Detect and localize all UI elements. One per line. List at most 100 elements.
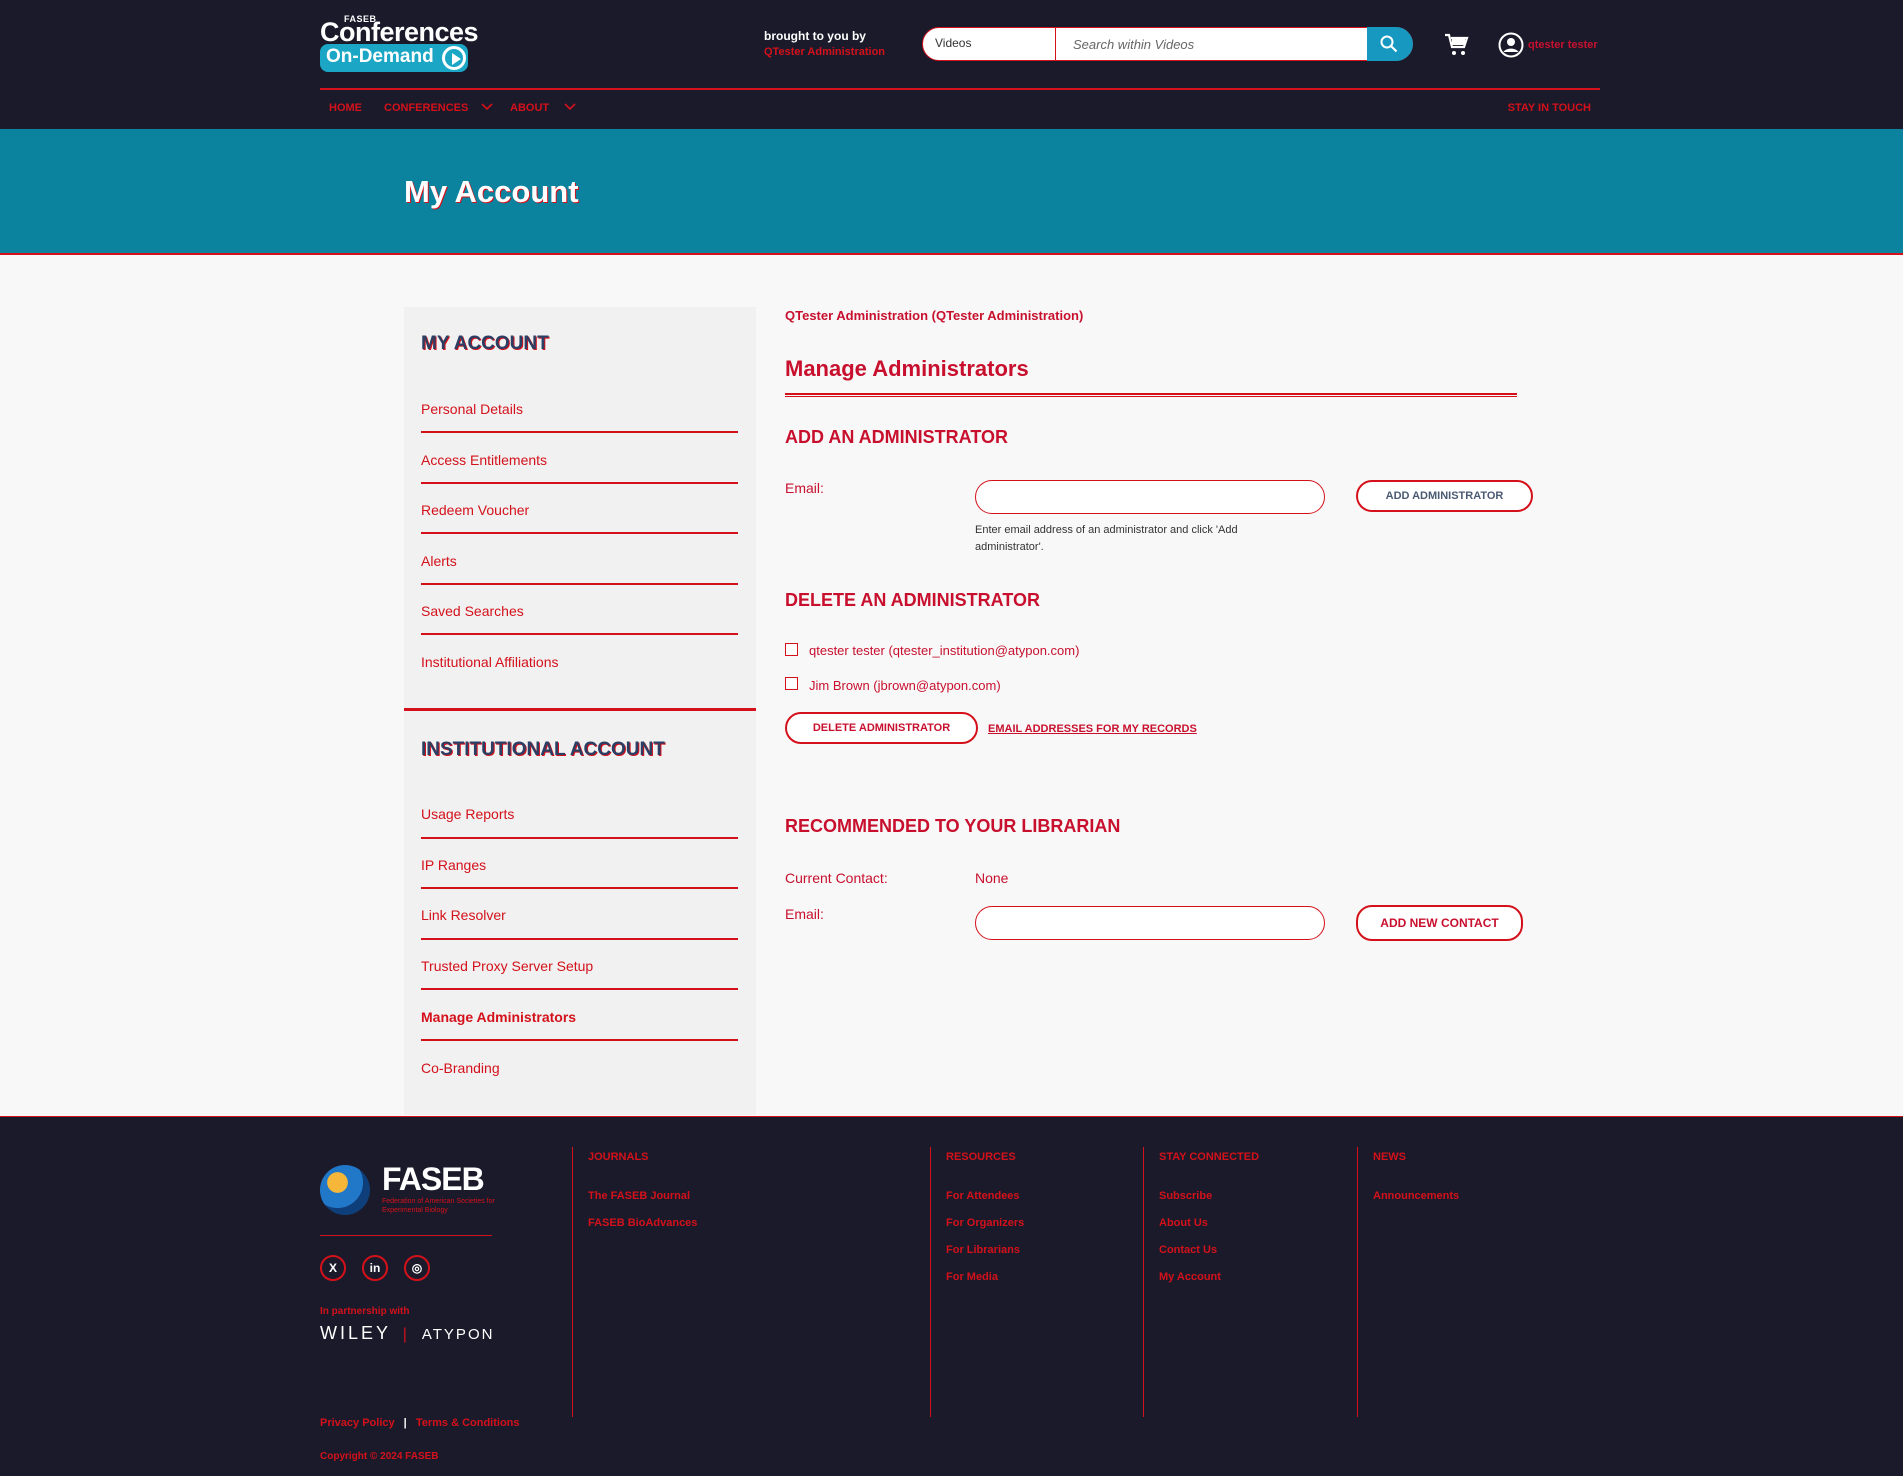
faseb-globe-icon bbox=[320, 1165, 370, 1215]
footer-resources-heading: RESOURCES bbox=[946, 1151, 1016, 1163]
sidebar-item-saved-searches[interactable]: Saved Searches bbox=[421, 603, 756, 619]
footer-link[interactable]: For Librarians bbox=[946, 1244, 1020, 1256]
footer-legal: Privacy Policy | Terms & Conditions bbox=[320, 1417, 520, 1429]
admin-checkbox[interactable] bbox=[785, 643, 798, 656]
sidebar-divider bbox=[421, 431, 738, 434]
add-admin-heading: ADD AN ADMINISTRATOR bbox=[785, 427, 1008, 447]
linkedin-icon[interactable]: in bbox=[362, 1255, 388, 1281]
faseb-logo[interactable]: FASEB Federation of American Societies f… bbox=[320, 1161, 500, 1217]
partner-separator: | bbox=[402, 1326, 410, 1343]
footer-news-heading: NEWS bbox=[1373, 1151, 1406, 1163]
legal-separator: | bbox=[403, 1417, 407, 1429]
atypon-logo[interactable]: ATYPON bbox=[422, 1326, 495, 1343]
footer-link[interactable]: Contact Us bbox=[1159, 1244, 1217, 1256]
logo-faseb-small: FASEB bbox=[344, 14, 377, 24]
footer-link[interactable]: About Us bbox=[1159, 1217, 1208, 1229]
add-administrator-button[interactable]: ADD ADMINISTRATOR bbox=[1356, 480, 1533, 512]
footer-link[interactable]: Announcements bbox=[1373, 1190, 1459, 1202]
sidebar-item-trusted-proxy[interactable]: Trusted Proxy Server Setup bbox=[421, 958, 756, 974]
sidebar-divider bbox=[421, 482, 738, 485]
user-name: qtester tester bbox=[1528, 39, 1598, 51]
conferences-on-demand-logo[interactable]: Conferences FASEB On-Demand bbox=[320, 14, 479, 72]
sidebar-item-redeem-voucher[interactable]: Redeem Voucher bbox=[421, 502, 756, 518]
sidebar-heading-institutional-account: INSTITUTIONAL ACCOUNT bbox=[421, 739, 665, 760]
footer-link[interactable]: My Account bbox=[1159, 1271, 1221, 1283]
nav-about[interactable]: ABOUT bbox=[510, 102, 549, 114]
site-header: Conferences FASEB On-Demand brought to y… bbox=[0, 0, 1903, 129]
search-scope-select[interactable]: Videos bbox=[935, 36, 971, 50]
cart-button[interactable] bbox=[1444, 33, 1470, 62]
footer-link[interactable]: FASEB BioAdvances bbox=[588, 1217, 697, 1229]
recommend-email-label: Email: bbox=[785, 906, 824, 922]
x-icon[interactable]: X bbox=[320, 1255, 346, 1281]
sidebar-item-link-resolver[interactable]: Link Resolver bbox=[421, 907, 756, 923]
add-new-contact-button[interactable]: ADD NEW CONTACT bbox=[1356, 905, 1523, 941]
page-title: My Account bbox=[404, 174, 579, 209]
logo-line2: On-Demand bbox=[326, 46, 434, 67]
add-admin-email-input[interactable] bbox=[975, 480, 1325, 514]
sidebar-item-ip-ranges[interactable]: IP Ranges bbox=[421, 857, 756, 873]
search-icon bbox=[1380, 35, 1398, 53]
sidebar-divider bbox=[421, 988, 738, 991]
search-input[interactable]: Search within Videos bbox=[1073, 37, 1194, 52]
admin-checkbox[interactable] bbox=[785, 677, 798, 690]
header-divider bbox=[320, 88, 1600, 90]
sidebar-item-alerts[interactable]: Alerts bbox=[421, 553, 756, 569]
email-addresses-link[interactable]: EMAIL ADDRESSES FOR MY RECORDS bbox=[988, 723, 1197, 735]
sidebar-item-access-entitlements[interactable]: Access Entitlements bbox=[421, 452, 756, 468]
sidebar-item-institutional-affiliations[interactable]: Institutional Affiliations bbox=[421, 654, 756, 670]
sidebar-section-divider bbox=[404, 708, 756, 711]
admin-checkbox-label: qtester tester (qtester_institution@atyp… bbox=[809, 643, 1080, 658]
play-icon bbox=[442, 46, 466, 70]
instagram-icon[interactable]: ◎ bbox=[404, 1255, 430, 1281]
nav-home[interactable]: HOME bbox=[329, 102, 362, 114]
terms-link[interactable]: Terms & Conditions bbox=[416, 1417, 520, 1429]
chevron-down-icon[interactable] bbox=[480, 100, 494, 114]
account-sidebar: MY ACCOUNT Personal Details Access Entit… bbox=[404, 307, 756, 1115]
sidebar-divider bbox=[421, 1039, 738, 1042]
main-nav: HOME CONFERENCES ABOUT STAY IN TOUCH bbox=[320, 100, 1600, 120]
footer-link[interactable]: For Organizers bbox=[946, 1217, 1024, 1229]
logo-line2-badge: On-Demand bbox=[320, 44, 468, 72]
footer-stay-connected-heading: STAY CONNECTED bbox=[1159, 1151, 1260, 1163]
title-underline bbox=[785, 393, 1517, 397]
brought-label: brought to you by bbox=[764, 29, 866, 43]
brought-institution[interactable]: QTester Administration bbox=[764, 44, 885, 60]
footer-link[interactable]: Subscribe bbox=[1159, 1190, 1212, 1202]
site-footer: FASEB Federation of American Societies f… bbox=[0, 1116, 1903, 1476]
sidebar-item-co-branding[interactable]: Co-Branding bbox=[421, 1060, 756, 1076]
page-banner: My Account bbox=[0, 129, 1903, 255]
delete-administrator-button[interactable]: DELETE ADMINISTRATOR bbox=[785, 712, 978, 744]
recommend-heading: RECOMMENDED TO YOUR LIBRARIAN bbox=[785, 816, 1121, 836]
nav-stay-in-touch[interactable]: STAY IN TOUCH bbox=[1508, 102, 1591, 114]
sidebar-divider bbox=[421, 633, 738, 636]
sidebar-item-personal-details[interactable]: Personal Details bbox=[421, 401, 756, 417]
partner-label: In partnership with bbox=[320, 1306, 410, 1317]
sidebar-divider bbox=[421, 583, 738, 586]
user-avatar-icon bbox=[1498, 32, 1524, 58]
admin-checkbox-label: Jim Brown (jbrown@atypon.com) bbox=[809, 678, 1001, 693]
footer-journals-heading: JOURNALS bbox=[588, 1151, 649, 1163]
footer-column-divider bbox=[930, 1147, 931, 1417]
sidebar-item-usage-reports[interactable]: Usage Reports bbox=[421, 806, 756, 822]
footer-column-divider bbox=[1143, 1147, 1144, 1417]
nav-conferences[interactable]: CONFERENCES bbox=[384, 102, 468, 114]
recommend-email-input[interactable] bbox=[975, 906, 1325, 940]
brought-to-you-by: brought to you by QTester Administration bbox=[764, 28, 885, 60]
copyright: Copyright © 2024 FASEB bbox=[320, 1451, 439, 1462]
user-menu[interactable]: qtester tester bbox=[1498, 32, 1598, 63]
current-contact-value: None bbox=[975, 870, 1009, 886]
chevron-down-icon[interactable] bbox=[563, 100, 577, 114]
search-divider bbox=[1055, 28, 1056, 60]
search-button[interactable] bbox=[1367, 27, 1413, 61]
footer-column-divider bbox=[1357, 1147, 1358, 1417]
sidebar-item-manage-administrators[interactable]: Manage Administrators bbox=[421, 1009, 756, 1025]
sidebar-divider bbox=[421, 887, 738, 890]
cart-icon bbox=[1445, 33, 1469, 55]
footer-link[interactable]: For Attendees bbox=[946, 1190, 1020, 1202]
wiley-logo[interactable]: WILEY bbox=[320, 1323, 391, 1343]
footer-link[interactable]: For Media bbox=[946, 1271, 998, 1283]
footer-link[interactable]: The FASEB Journal bbox=[588, 1190, 690, 1202]
delete-admin-heading: DELETE AN ADMINISTRATOR bbox=[785, 590, 1040, 610]
privacy-policy-link[interactable]: Privacy Policy bbox=[320, 1417, 395, 1429]
